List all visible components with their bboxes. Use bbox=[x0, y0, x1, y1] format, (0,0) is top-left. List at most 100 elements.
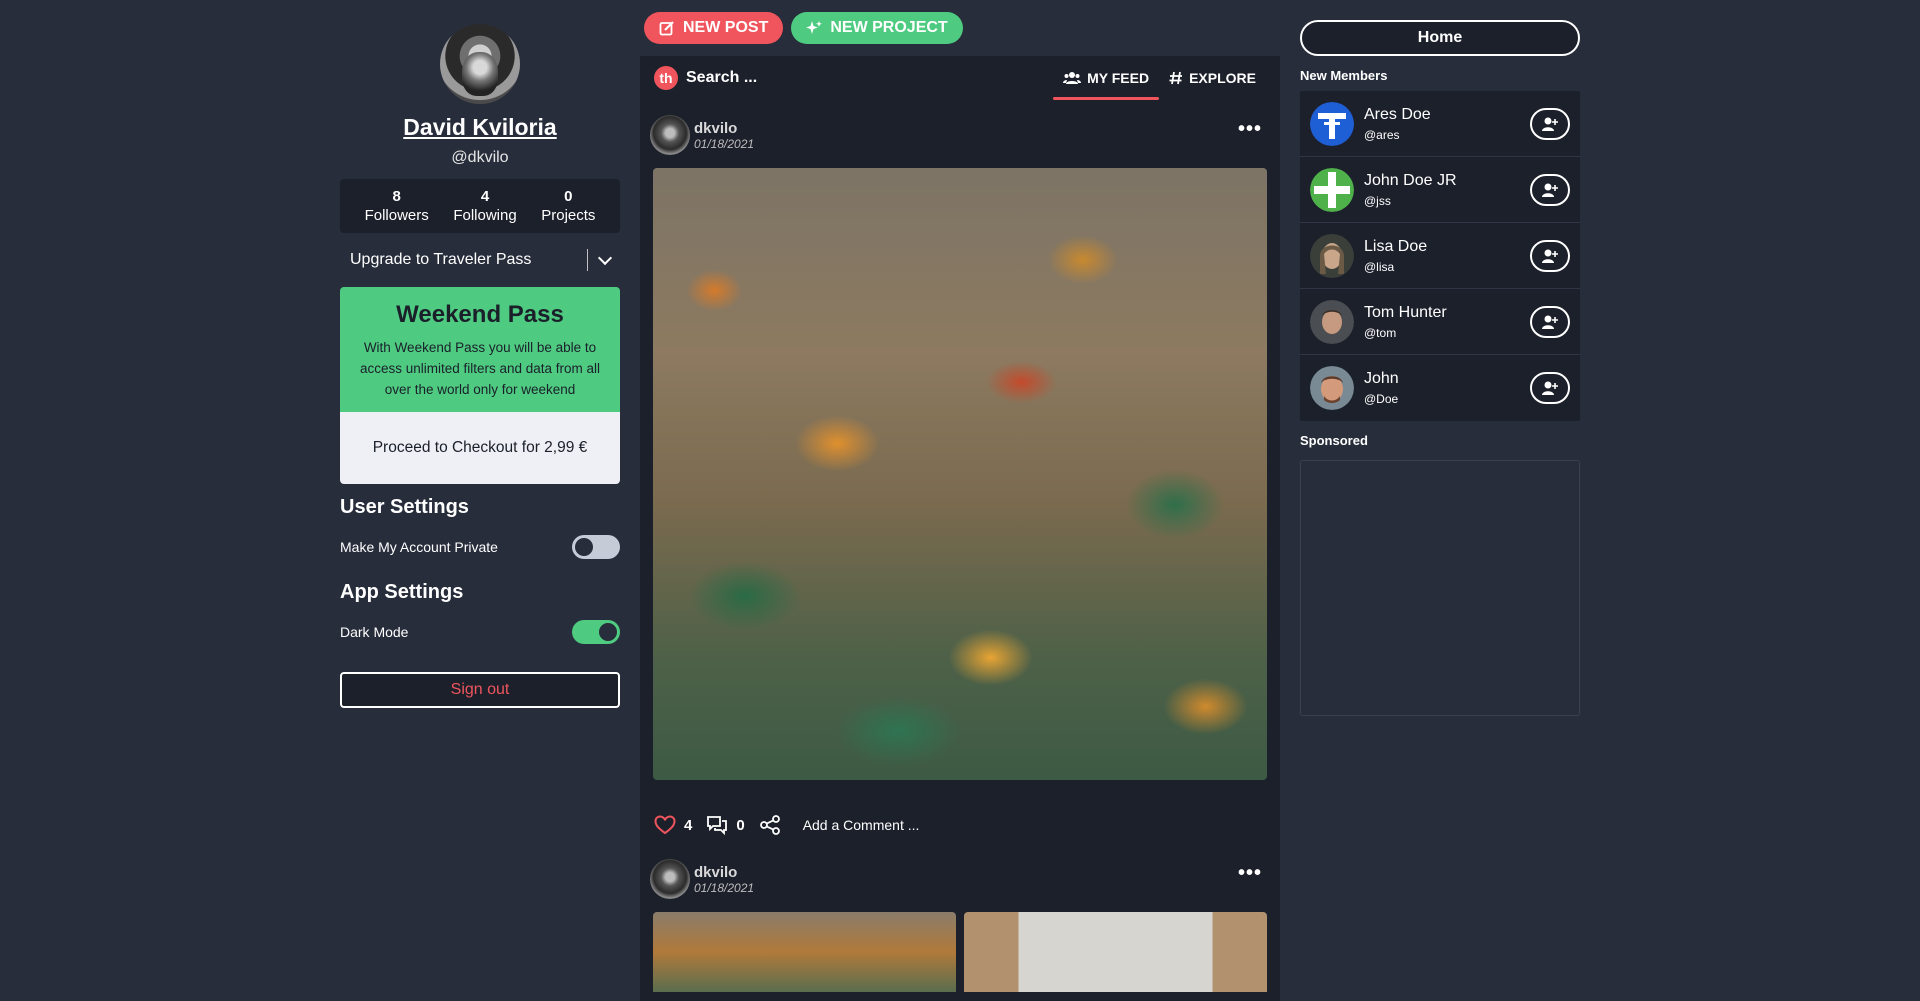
right-sidebar: Home New Members Ares Doe @ares John Doe… bbox=[1300, 0, 1580, 716]
post-image[interactable] bbox=[964, 912, 1267, 992]
stat-following[interactable]: 4 Following bbox=[453, 187, 516, 225]
member-info: Lisa Doe @lisa bbox=[1364, 238, 1427, 274]
new-members-title: New Members bbox=[1300, 68, 1388, 83]
member-handle: @Doe bbox=[1364, 392, 1399, 406]
feed-header: th Search ... MY FEED EXPLORE bbox=[640, 56, 1280, 100]
upgrade-separator bbox=[587, 249, 588, 271]
sponsored-ad-slot[interactable] bbox=[1300, 460, 1580, 716]
weekend-pass-info: Weekend Pass With Weekend Pass you will … bbox=[340, 287, 620, 412]
profile-sidebar: David Kviloria @dkvilo 8 Followers 4 Fol… bbox=[340, 0, 620, 708]
setting-private-account: Make My Account Private bbox=[340, 535, 620, 559]
member-avatar[interactable] bbox=[1310, 366, 1354, 410]
sparkle-icon bbox=[806, 21, 823, 34]
app-logo[interactable]: th bbox=[654, 66, 678, 90]
add-friend-button[interactable] bbox=[1530, 372, 1570, 404]
member-info: Ares Doe @ares bbox=[1364, 106, 1431, 142]
private-account-toggle[interactable] bbox=[572, 535, 620, 559]
profile-stats: 8 Followers 4 Following 0 Projects bbox=[340, 179, 620, 233]
post-header: dkvilo 01/18/2021 ••• bbox=[640, 112, 1280, 158]
search-input[interactable]: Search ... bbox=[686, 69, 757, 87]
tab-explore-label: EXPLORE bbox=[1189, 70, 1256, 86]
post-header: dkvilo 01/18/2021 ••• bbox=[640, 856, 1280, 902]
more-options-icon[interactable]: ••• bbox=[1238, 862, 1262, 885]
share-icon[interactable] bbox=[759, 815, 781, 835]
edit-icon bbox=[659, 21, 674, 36]
tab-my-feed[interactable]: MY FEED bbox=[1053, 56, 1160, 100]
stat-followers-label: Followers bbox=[364, 207, 429, 224]
stat-following-count: 4 bbox=[480, 188, 490, 205]
post-author-name[interactable]: dkvilo bbox=[694, 864, 754, 881]
post-actions: 4 0 Add a Comment ... bbox=[654, 810, 1280, 840]
member-name[interactable]: John bbox=[1364, 370, 1399, 388]
stat-following-label: Following bbox=[453, 207, 517, 224]
post-meta: dkvilo 01/18/2021 bbox=[694, 864, 754, 895]
add-friend-button[interactable] bbox=[1530, 173, 1570, 206]
add-friend-button[interactable] bbox=[1530, 107, 1570, 140]
member-info: John @Doe bbox=[1364, 370, 1399, 406]
post-date: 01/18/2021 bbox=[694, 880, 755, 895]
checkout-button[interactable]: Proceed to Checkout for 2,99 € bbox=[340, 412, 620, 484]
comment-icon[interactable] bbox=[706, 815, 728, 835]
tab-my-feed-label: MY FEED bbox=[1087, 70, 1150, 86]
user-plus-icon bbox=[1542, 249, 1558, 263]
member-handle: @tom bbox=[1364, 325, 1397, 340]
stat-followers-count: 8 bbox=[392, 188, 401, 205]
action-buttons: NEW POST NEW PROJECT bbox=[644, 12, 1280, 44]
chevron-down-icon[interactable] bbox=[597, 250, 613, 265]
list-item: Lisa Doe @lisa bbox=[1300, 223, 1580, 289]
stat-projects[interactable]: 0 Projects bbox=[541, 187, 595, 225]
list-item: Ares Doe @ares bbox=[1300, 91, 1580, 157]
stat-followers[interactable]: 8 Followers bbox=[365, 187, 429, 225]
new-project-label: NEW PROJECT bbox=[830, 19, 948, 36]
profile-handle: @dkvilo bbox=[451, 149, 509, 166]
setting-dark-mode: Dark Mode bbox=[340, 620, 620, 644]
weekend-pass-description: With Weekend Pass you will be able to ac… bbox=[359, 340, 601, 397]
user-plus-icon bbox=[1542, 315, 1558, 329]
sign-out-button[interactable]: Sign out bbox=[340, 672, 620, 708]
users-icon bbox=[1063, 72, 1082, 84]
private-account-label: Make My Account Private bbox=[340, 539, 498, 555]
add-comment-input[interactable]: Add a Comment ... bbox=[803, 817, 920, 833]
member-avatar[interactable] bbox=[1310, 299, 1354, 344]
tab-explore[interactable]: EXPLORE bbox=[1159, 56, 1266, 100]
list-item: John @Doe bbox=[1300, 355, 1580, 421]
member-name[interactable]: Ares Doe bbox=[1364, 106, 1431, 124]
member-avatar[interactable] bbox=[1310, 233, 1354, 278]
heart-icon[interactable] bbox=[654, 815, 676, 835]
toggle-knob bbox=[599, 623, 617, 641]
post-author-name[interactable]: dkvilo bbox=[694, 120, 754, 137]
more-options-icon[interactable]: ••• bbox=[1238, 118, 1262, 141]
post-author-avatar[interactable] bbox=[650, 115, 690, 155]
upgrade-pass-select[interactable]: Upgrade to Traveler Pass bbox=[340, 245, 620, 275]
member-name[interactable]: Tom Hunter bbox=[1364, 304, 1447, 322]
dark-mode-toggle[interactable] bbox=[572, 620, 620, 644]
post-date: 01/18/2021 bbox=[694, 136, 755, 151]
post-image[interactable] bbox=[653, 912, 956, 992]
dark-mode-label: Dark Mode bbox=[340, 624, 409, 640]
hashtag-icon bbox=[1169, 71, 1183, 85]
home-button[interactable]: Home bbox=[1300, 20, 1580, 56]
add-friend-button[interactable] bbox=[1530, 305, 1570, 338]
new-post-label: NEW POST bbox=[683, 19, 769, 36]
member-handle: @lisa bbox=[1364, 259, 1395, 274]
new-post-button[interactable]: NEW POST bbox=[644, 12, 784, 44]
feed-panel: th Search ... MY FEED EXPLORE dkvilo 01/… bbox=[640, 56, 1280, 1001]
profile-avatar[interactable] bbox=[440, 24, 520, 104]
post-image[interactable] bbox=[653, 168, 1267, 780]
list-item: Tom Hunter @tom bbox=[1300, 289, 1580, 355]
member-avatar[interactable] bbox=[1310, 101, 1354, 146]
member-name[interactable]: Lisa Doe bbox=[1364, 238, 1427, 256]
upgrade-pass-label: Upgrade to Traveler Pass bbox=[350, 251, 532, 268]
stat-projects-count: 0 bbox=[564, 188, 573, 205]
add-friend-button[interactable] bbox=[1530, 239, 1570, 272]
post-author-avatar[interactable] bbox=[650, 859, 690, 899]
weekend-pass-card: Weekend Pass With Weekend Pass you will … bbox=[340, 287, 620, 484]
new-members-list: Ares Doe @ares John Doe JR @jss Lisa Doe… bbox=[1300, 91, 1580, 421]
member-handle: @jss bbox=[1364, 193, 1391, 208]
new-project-button[interactable]: NEW PROJECT bbox=[791, 12, 963, 44]
profile-name-link[interactable]: David Kviloria bbox=[340, 114, 620, 141]
like-count: 4 bbox=[684, 816, 693, 834]
main-feed-column: NEW POST NEW PROJECT th Search ... MY FE… bbox=[640, 0, 1280, 1001]
member-avatar[interactable] bbox=[1310, 167, 1354, 212]
member-name[interactable]: John Doe JR bbox=[1364, 172, 1457, 190]
